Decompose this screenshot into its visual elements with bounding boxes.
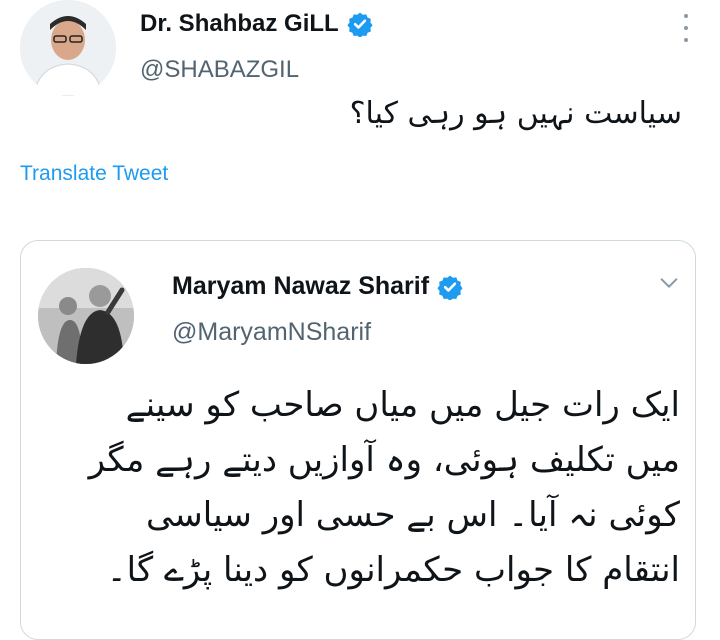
verified-badge-icon bbox=[347, 11, 373, 37]
translate-tweet-link[interactable]: Translate Tweet bbox=[20, 162, 168, 186]
author-handle[interactable]: @SHABAZGIL bbox=[140, 56, 299, 84]
quoted-text-line: انتقام کا جواب حکمرانوں کو دینا پڑے گا۔ bbox=[106, 550, 680, 590]
verified-badge-icon bbox=[437, 274, 463, 300]
quoted-author-name[interactable]: Maryam Nawaz Sharif bbox=[172, 272, 463, 301]
author-avatar[interactable] bbox=[20, 0, 116, 96]
quoted-author-handle[interactable]: @MaryamNSharif bbox=[172, 318, 371, 347]
person-photo-icon bbox=[20, 0, 116, 96]
quoted-text-line: ایک رات جیل میں میاں صاحب کو سینے bbox=[125, 385, 680, 425]
tweet-text: سیاست نہیں ہو رہی کیا؟ bbox=[349, 96, 682, 131]
person-photo-icon bbox=[38, 268, 134, 364]
chevron-down-icon[interactable] bbox=[658, 272, 680, 294]
more-options-icon[interactable] bbox=[676, 14, 696, 42]
author-name-text[interactable]: Dr. Shahbaz GiLL bbox=[140, 10, 339, 38]
quoted-text-line: کوئی نہ آیا۔ اس بے حسی اور سیاسی bbox=[145, 495, 680, 535]
quoted-text-line: میں تکلیف ہوئی، وہ آوازیں دیتے رہے مگر bbox=[88, 440, 680, 480]
author-name[interactable]: Dr. Shahbaz GiLL bbox=[140, 10, 373, 38]
quoted-author-name-text[interactable]: Maryam Nawaz Sharif bbox=[172, 272, 429, 301]
quoted-author-avatar[interactable] bbox=[38, 268, 134, 364]
quoted-tweet-text: ایک رات جیل میں میاں صاحب کو سینے میں تک… bbox=[40, 378, 680, 598]
